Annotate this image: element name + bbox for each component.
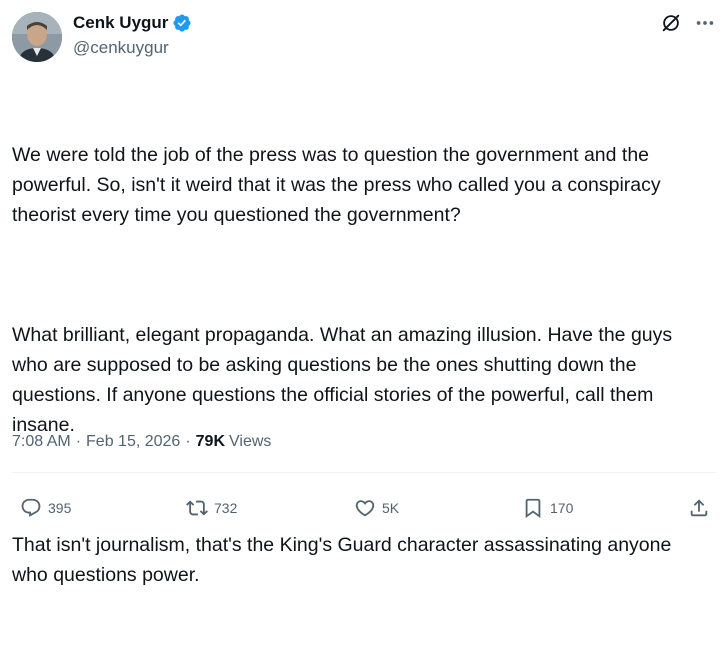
share-button[interactable] <box>688 490 710 526</box>
bookmark-count: 170 <box>550 500 574 516</box>
repost-button[interactable]: 732 <box>186 490 237 526</box>
repost-count: 732 <box>214 500 238 516</box>
author-name-row[interactable]: Cenk Uygur <box>73 12 192 34</box>
share-icon <box>690 499 708 517</box>
tweet-paragraph: That isn't journalism, that's the King's… <box>12 534 677 586</box>
heart-icon <box>355 500 375 517</box>
divider <box>12 472 716 473</box>
header-icons <box>660 12 716 34</box>
action-bar: 395 732 5K 170 <box>0 490 728 526</box>
author-handle[interactable]: @cenkuygur <box>73 37 169 59</box>
author-display-name[interactable]: Cenk Uygur <box>73 12 168 34</box>
views-label: Views <box>229 433 272 450</box>
tweet-paragraph: We were told the job of the press was to… <box>12 144 667 226</box>
tweet-date[interactable]: Feb 15, 2026 <box>86 430 180 454</box>
views-count: 79K <box>195 433 226 450</box>
avatar[interactable] <box>12 12 62 62</box>
repost-icon <box>186 500 208 516</box>
avatar-photo-icon <box>12 12 62 62</box>
separator-dot: · <box>185 433 191 450</box>
tweet-card: Cenk Uygur @cenkuygur We were told the j… <box>0 0 728 586</box>
like-count: 5K <box>382 500 400 516</box>
tweet-time[interactable]: 7:08 AM <box>12 430 71 454</box>
reply-button[interactable]: 395 <box>20 490 71 526</box>
tweet-text: We were told the job of the press was to… <box>12 80 712 650</box>
bookmark-button[interactable]: 170 <box>522 490 573 526</box>
tweet-meta: 7:08 AM · Feb 15, 2026 · 79K Views <box>12 430 271 454</box>
more-options-icon[interactable] <box>694 12 716 34</box>
tweet-paragraph: What brilliant, elegant propaganda. What… <box>12 324 678 436</box>
grok-icon[interactable] <box>660 12 682 34</box>
verified-badge-icon <box>172 13 192 33</box>
reply-count: 395 <box>48 500 72 516</box>
like-button[interactable]: 5K <box>354 490 399 526</box>
reply-icon <box>21 498 41 517</box>
bookmark-icon <box>525 498 541 519</box>
separator-dot: · <box>75 433 82 450</box>
